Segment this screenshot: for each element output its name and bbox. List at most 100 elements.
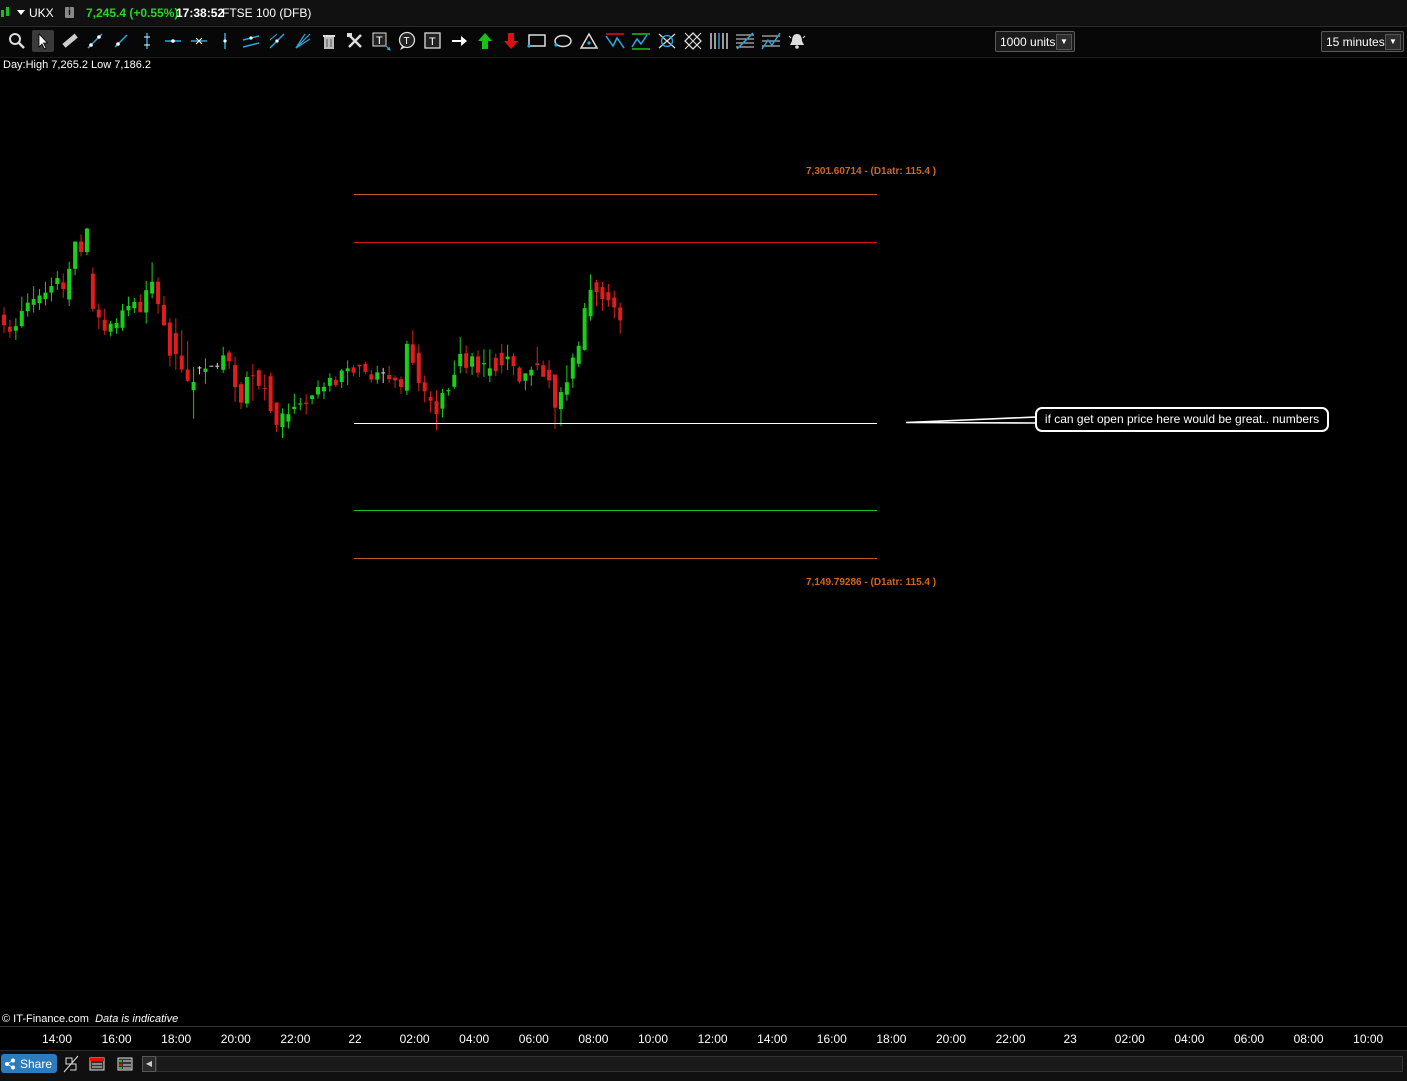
candle-body[interactable] [481, 363, 486, 365]
candle-body[interactable] [185, 369, 190, 381]
fan-tool-button[interactable] [292, 30, 314, 52]
candle-body[interactable] [49, 286, 54, 293]
candle-body[interactable] [588, 289, 593, 317]
horizontal-line-tool-button[interactable] [162, 30, 184, 52]
candle-body[interactable] [452, 374, 457, 387]
candle-body[interactable] [321, 386, 326, 392]
candle-body[interactable] [298, 403, 303, 405]
candle-body[interactable] [179, 355, 184, 370]
candle-body[interactable] [262, 387, 267, 389]
candle-body[interactable] [209, 365, 214, 367]
candle-body[interactable] [487, 368, 492, 376]
horizontal-ray-tool-button[interactable] [188, 30, 210, 52]
candle-body[interactable] [79, 241, 84, 253]
ruler-tool-button[interactable] [58, 30, 80, 52]
candle-body[interactable] [215, 365, 220, 367]
indicators-button[interactable] [114, 1053, 136, 1075]
wave-tool-button[interactable] [630, 30, 652, 52]
candle-body[interactable] [150, 281, 155, 294]
channel-tool-button[interactable] [240, 30, 262, 52]
candle-body[interactable] [173, 333, 178, 355]
candle-body[interactable] [191, 382, 196, 391]
candle-body[interactable] [73, 241, 78, 269]
symbol-dropdown-arrow[interactable] [17, 10, 25, 15]
candle-body[interactable] [434, 401, 439, 415]
candle-body[interactable] [511, 356, 516, 367]
candle-body[interactable] [570, 357, 575, 379]
candle-body[interactable] [144, 290, 149, 313]
candle-body[interactable] [280, 413, 285, 428]
price-chart[interactable]: 7,301.60714 - (D1atr: 115.4 ) 7,149.7928… [0, 0, 1407, 1080]
candle-body[interactable] [203, 368, 208, 372]
candle-body[interactable] [422, 382, 427, 392]
units-dropdown[interactable]: 1000 units ▼ [995, 31, 1075, 52]
gann-tool-button[interactable] [656, 30, 678, 52]
candle-body[interactable] [43, 292, 48, 300]
fib-retracement-tool-button[interactable] [734, 30, 756, 52]
chart-callout-note[interactable]: if can get open price here would be grea… [1035, 407, 1329, 432]
candle-body[interactable] [227, 352, 232, 362]
tools-button[interactable] [344, 30, 366, 52]
candle-body[interactable] [564, 382, 569, 395]
candle-body[interactable] [535, 363, 540, 366]
candle-body[interactable] [428, 396, 433, 401]
horizontal-scrollbar[interactable] [156, 1056, 1403, 1072]
time-axis[interactable]: 14:00 16:00 18:00 20:00 22:00 22 02:00 04:00 06:… [0, 1026, 1407, 1051]
candle-body[interactable] [493, 357, 498, 372]
candle-body[interactable] [126, 306, 131, 311]
candle-body[interactable] [576, 345, 581, 364]
alert-button[interactable] [786, 30, 808, 52]
candle-body[interactable] [464, 353, 469, 368]
sell-arrow-button[interactable] [500, 30, 522, 52]
candle-body[interactable] [404, 343, 409, 391]
candle-body[interactable] [19, 311, 24, 327]
candle-body[interactable] [339, 370, 344, 383]
candle-body[interactable] [244, 376, 249, 404]
candle-body[interactable] [239, 384, 243, 403]
zoom-tool-button[interactable] [6, 30, 28, 52]
candle-body[interactable] [132, 301, 137, 309]
buy-arrow-button[interactable] [474, 30, 496, 52]
candle-body[interactable] [138, 301, 143, 313]
candle-body[interactable] [61, 282, 66, 289]
candle-body[interactable] [618, 307, 623, 321]
candle-body[interactable] [387, 375, 392, 380]
candle-body[interactable] [167, 322, 172, 356]
text-bubble-tool-button[interactable]: T [396, 30, 418, 52]
candle-body[interactable] [458, 353, 463, 367]
link-chart-button[interactable] [60, 1053, 82, 1075]
text-tool-button[interactable]: T [422, 30, 444, 52]
candle-body[interactable] [197, 367, 202, 369]
vertical-ray-tool-button[interactable] [214, 30, 236, 52]
candle-body[interactable] [13, 326, 18, 331]
candle-body[interactable] [547, 369, 552, 381]
arrow-tool-button[interactable] [448, 30, 470, 52]
parallel-tool-button[interactable] [266, 30, 288, 52]
candle-body[interactable] [250, 375, 255, 377]
candle-body[interactable] [476, 356, 480, 373]
candle-body[interactable] [120, 310, 125, 328]
candle-body[interactable] [470, 356, 475, 367]
rectangle-tool-button[interactable] [526, 30, 548, 52]
candle-body[interactable] [381, 372, 386, 374]
candle-body[interactable] [606, 292, 611, 301]
candle-body[interactable] [517, 367, 522, 382]
triangle-tool-button[interactable] [578, 30, 600, 52]
candle-body[interactable] [90, 273, 95, 309]
pitchfork-tool-button[interactable] [604, 30, 626, 52]
candle-body[interactable] [7, 326, 12, 332]
candle-body[interactable] [310, 395, 315, 400]
candle-body[interactable] [553, 374, 558, 408]
candle-body[interactable] [108, 323, 113, 332]
candle-body[interactable] [375, 372, 380, 380]
candle-body[interactable] [25, 302, 30, 312]
candle-body[interactable] [316, 387, 321, 395]
candle-body[interactable] [558, 392, 563, 410]
candle-body[interactable] [357, 364, 362, 367]
candle-body[interactable] [505, 356, 510, 360]
vertical-line-tool-button[interactable] [136, 30, 158, 52]
candle-body[interactable] [393, 377, 398, 381]
fib-time-tool-button[interactable] [708, 30, 730, 52]
candle-body[interactable] [268, 376, 273, 412]
candle-body[interactable] [594, 282, 599, 293]
